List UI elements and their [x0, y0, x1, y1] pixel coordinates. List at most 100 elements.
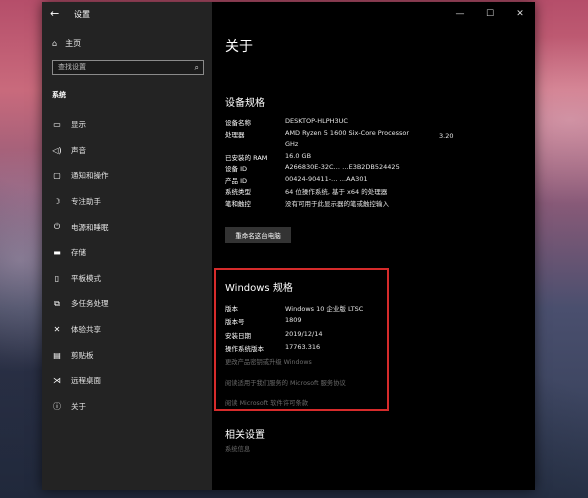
section-heading: 系统 [52, 91, 66, 99]
window-controls: — ☐ ✕ [445, 2, 535, 26]
change-product-key-link[interactable]: 更改产品密钥或升级 Windows [225, 357, 312, 366]
rename-pc-button[interactable]: 重命名这台电脑 [225, 227, 291, 243]
sidebar-item-sound[interactable]: ◁) 声音 [42, 138, 212, 164]
spec-key: 操作系统版本 [225, 344, 264, 353]
spec-value: DESKTOP-HLPH3UC [285, 117, 348, 125]
multitask-icon: ⧉ [54, 298, 60, 308]
spec-value: 没有可用于此显示器的笔或触控输入 [285, 199, 389, 208]
sidebar-item-label: 显示 [71, 120, 86, 130]
spec-key: 设备 ID [225, 165, 247, 173]
spec-key: 已安装的 RAM [225, 153, 268, 162]
windows-specs-list: 版本 Windows 10 企业版 LTSC 版本号 1809 安装日期 2019/1… [225, 303, 363, 356]
moon-icon: ☽ [53, 197, 61, 207]
home-label: 主页 [65, 39, 82, 48]
spec-row: 版本号 1809 [225, 316, 363, 329]
main-content: — ☐ ✕ 关于 设备规格 设备名称 DESKTOP-HLPH3UC 处理器 AMD… [212, 2, 535, 490]
sidebar-item-display[interactable]: ▭ 显示 [42, 112, 212, 138]
remote-icon: ⋊ [53, 376, 61, 386]
sidebar-item-label: 关于 [71, 401, 86, 411]
sidebar-item-tablet-mode[interactable]: ▯ 平板模式 [42, 266, 212, 292]
close-button[interactable]: ✕ [505, 2, 535, 26]
sidebar-item-storage[interactable]: ▬ 存储 [42, 240, 212, 266]
spec-key: 产品 ID [225, 176, 247, 185]
sidebar-item-label: 通知和操作 [71, 171, 109, 181]
spec-key: 版本号 [225, 318, 245, 327]
sidebar-item-label: 剪贴板 [71, 350, 94, 360]
system-info-link[interactable]: 系统信息 [225, 444, 250, 453]
search-input[interactable]: 查找设置 ⌕ [52, 60, 204, 75]
spec-key: 版本 [225, 305, 238, 313]
service-agreement-link[interactable]: 阅读适用于我们服务的 Microsoft 服务协议 [225, 378, 346, 387]
windows-specs-heading: Windows 规格 [225, 283, 293, 294]
info-icon: ⓘ [53, 401, 61, 411]
sidebar-item-power[interactable]: ⏻ 电源和睡眠 [42, 214, 212, 240]
page-title: 关于 [225, 39, 253, 55]
device-specs-heading: 设备规格 [225, 98, 265, 109]
sidebar-item-label: 远程桌面 [71, 376, 101, 386]
home-icon: ⌂ [52, 39, 58, 48]
spec-row: 处理器 AMD Ryzen 5 1600 Six-Core Processor [225, 129, 409, 141]
spec-value: 16.0 GB [285, 151, 312, 160]
sidebar-item-label: 体验共享 [71, 325, 101, 335]
sidebar-item-label: 平板模式 [71, 273, 101, 283]
sidebar-item-notifications[interactable]: ▢ 通知和操作 [42, 163, 212, 189]
home-link[interactable]: ⌂ 主页 [52, 38, 81, 49]
sidebar-item-focus-assist[interactable]: ☽ 专注助手 [42, 189, 212, 215]
sidebar-item-multitasking[interactable]: ⧉ 多任务处理 [42, 291, 212, 317]
monitor-icon: ▭ [53, 120, 61, 130]
spec-value: 64 位操作系统, 基于 x64 的处理器 [285, 188, 388, 196]
message-icon: ▢ [53, 171, 61, 181]
spec-value: 2019/12/14 [285, 329, 323, 338]
sidebar-item-remote-desktop[interactable]: ⋊ 远程桌面 [42, 368, 212, 394]
drive-icon: ▬ [53, 248, 61, 258]
spec-value: AMD Ryzen 5 1600 Six-Core Processor [285, 128, 410, 137]
spec-row: 已安装的 RAM 16.0 GB [225, 152, 409, 164]
search-placeholder: 查找设置 [58, 63, 86, 71]
spec-row: 产品 ID 00424-90411-… …AA301 [225, 175, 409, 187]
nav-list: ▭ 显示 ◁) 声音 ▢ 通知和操作 ☽ 专注助手 ⏻ 电源和睡眠 ▬ 存储 ▯ 平板模式 ⧉… [42, 112, 212, 419]
spec-value: 00424-90411-… …AA301 [285, 174, 368, 183]
sidebar-item-label: 声音 [71, 145, 86, 155]
sidebar-item-shared-experiences[interactable]: ✕ 体验共享 [42, 317, 212, 343]
spec-value: Windows 10 企业版 LTSC [285, 305, 364, 313]
spec-row: 操作系统版本 17763.316 [225, 343, 363, 356]
spec-value: A266830E-32C… …E3B2DB524425 [285, 163, 400, 171]
sidebar-item-label: 电源和睡眠 [71, 222, 109, 232]
minimize-button[interactable]: — [445, 2, 475, 26]
spec-row: GHz [225, 140, 409, 152]
window-title: 设置 [74, 10, 90, 19]
power-icon: ⏻ [53, 222, 61, 232]
spec-row: 设备 ID A266830E-32C… …E3B2DB524425 [225, 163, 409, 175]
share-icon: ✕ [53, 325, 61, 335]
device-specs-list: 设备名称 DESKTOP-HLPH3UC 处理器 AMD Ryzen 5 1600 … [225, 117, 409, 209]
spec-row: 系统类型 64 位操作系统, 基于 x64 的处理器 [225, 186, 409, 198]
spec-key: 笔和触控 [225, 199, 251, 208]
spec-row: 笔和触控 没有可用于此显示器的笔或触控输入 [225, 198, 409, 210]
back-button[interactable]: ← [50, 7, 59, 20]
spec-row: 安装日期 2019/12/14 [225, 330, 363, 343]
sidebar-item-label: 存储 [71, 248, 86, 258]
arrow-left-icon: ← [50, 7, 60, 20]
related-settings-heading: 相关设置 [225, 430, 265, 441]
spec-row: 版本 Windows 10 企业版 LTSC [225, 303, 363, 316]
search-icon: ⌕ [194, 63, 199, 72]
sidebar-item-label: 多任务处理 [71, 299, 109, 309]
sidebar-item-clipboard[interactable]: ▤ 剪贴板 [42, 342, 212, 368]
clipboard-icon: ▤ [53, 350, 61, 360]
spec-value: GHz [285, 140, 299, 148]
spec-row: 设备名称 DESKTOP-HLPH3UC [225, 117, 409, 129]
settings-window: ← 设置 ⌂ 主页 查找设置 ⌕ 系统 ▭ 显示 ◁) 声音 ▢ 通知和操作 ☽ 专注助… [42, 2, 535, 490]
spec-value: 1809 [285, 316, 302, 325]
license-terms-link[interactable]: 阅读 Microsoft 软件许可条款 [225, 398, 308, 407]
sidebar: ← 设置 ⌂ 主页 查找设置 ⌕ 系统 ▭ 显示 ◁) 声音 ▢ 通知和操作 ☽ 专注助… [42, 2, 212, 490]
spec-value: 17763.316 [285, 342, 321, 351]
maximize-button[interactable]: ☐ [475, 2, 505, 26]
cpu-speed: 3.20 [439, 132, 454, 140]
spec-key: 系统类型 [225, 188, 251, 196]
tablet-icon: ▯ [54, 273, 60, 283]
title-bar: ← 设置 [42, 2, 212, 28]
sidebar-item-about[interactable]: ⓘ 关于 [42, 394, 212, 420]
spec-key: 处理器 [225, 130, 245, 139]
sidebar-item-label: 专注助手 [71, 197, 101, 207]
spec-key: 设备名称 [225, 119, 251, 127]
